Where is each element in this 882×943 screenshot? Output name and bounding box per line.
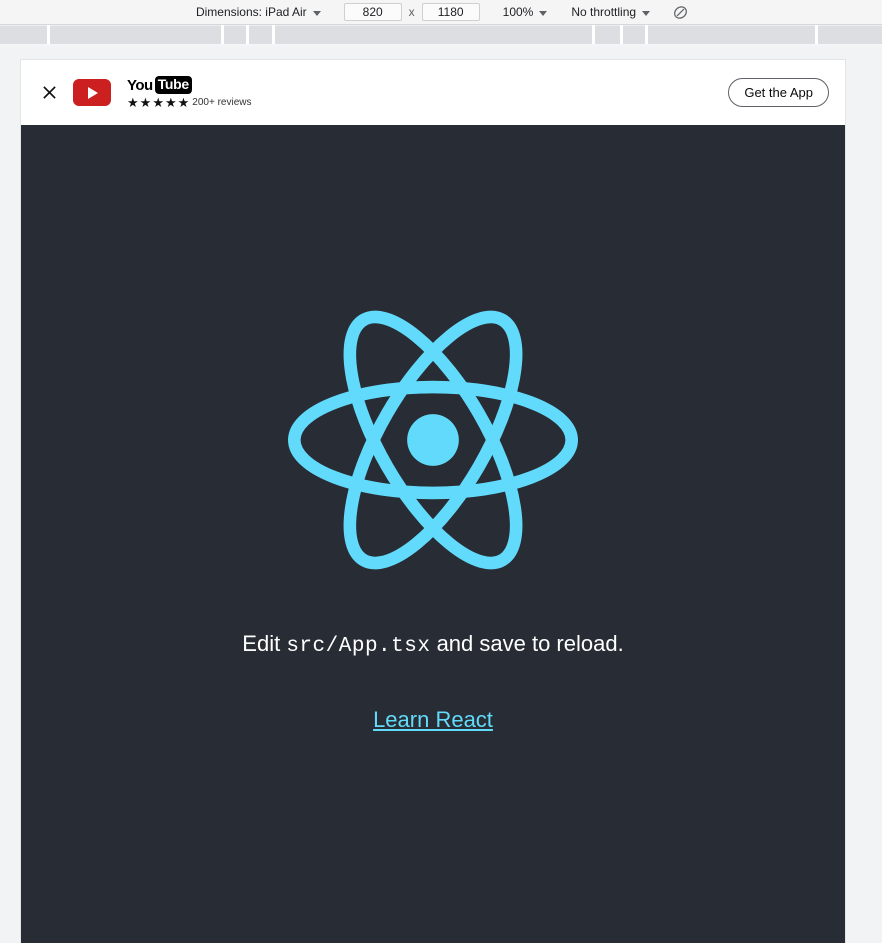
star-icon: ★ [164, 94, 178, 110]
get-the-app-button[interactable]: Get the App [728, 78, 829, 107]
react-app-content: Edit src/App.tsx and save to reload. Lea… [21, 125, 845, 943]
chevron-down-icon [642, 10, 651, 16]
viewport-height-input[interactable] [421, 3, 480, 21]
zoom-label: 100% [502, 5, 534, 19]
banner-rating-row: ★ ★ ★ ★ ★ 200+ reviews [127, 96, 251, 109]
youtube-wordmark-tube: Tube [154, 76, 192, 94]
chrome-strip-divider [592, 25, 595, 46]
device-viewport: You Tube ★ ★ ★ ★ ★ 200+ reviews Get the … [21, 60, 845, 943]
learn-react-link[interactable]: Learn React [373, 707, 493, 733]
strip-bottom-highlight [0, 44, 882, 46]
reviews-count-label: 200+ reviews [192, 96, 252, 108]
zoom-dropdown[interactable]: 100% [498, 3, 553, 21]
edit-prefix: Edit [242, 630, 287, 656]
chevron-down-icon [312, 10, 321, 16]
device-dimensions-label: Dimensions: iPad Air [195, 5, 307, 19]
banner-text-block: You Tube ★ ★ ★ ★ ★ 200+ reviews [127, 76, 251, 109]
devtools-device-emulation-screen: Dimensions: iPad Air x 100% No throttlin… [0, 0, 882, 943]
banner-close-button[interactable] [33, 77, 65, 109]
react-atom-logo [288, 310, 578, 570]
youtube-wordmark-you: You [127, 76, 153, 94]
media-query-toggle-button[interactable] [669, 2, 691, 22]
device-dimensions-dropdown[interactable]: Dimensions: iPad Air [191, 3, 326, 21]
star-icon: ★ [152, 94, 165, 110]
chrome-strip-divider [645, 25, 648, 46]
youtube-wordmark: You Tube [127, 76, 251, 94]
chrome-strip-divider [815, 25, 818, 46]
browser-chrome-strip [0, 25, 882, 46]
chrome-strip-divider [272, 25, 275, 46]
youtube-app-icon [73, 79, 111, 106]
star-icon-half: ★ [177, 94, 191, 110]
star-icon: ★ [139, 94, 153, 110]
viewport-size-group: x [343, 3, 480, 21]
smart-app-banner: You Tube ★ ★ ★ ★ ★ 200+ reviews Get the … [21, 60, 845, 125]
device-toolbar: Dimensions: iPad Air x 100% No throttlin… [0, 0, 882, 25]
throttling-label: No throttling [571, 5, 637, 19]
chrome-strip-divider [221, 25, 224, 46]
edit-instruction-text: Edit src/App.tsx and save to reload. [242, 631, 623, 659]
dimension-separator: x [408, 5, 415, 19]
star-icon: ★ [127, 94, 140, 110]
network-throttling-dropdown[interactable]: No throttling [566, 3, 655, 21]
edit-suffix: and save to reload. [430, 630, 624, 656]
close-icon [42, 86, 56, 99]
youtube-play-icon [88, 86, 98, 99]
chrome-strip-divider [47, 25, 50, 46]
no-media-query-icon [673, 5, 687, 19]
star-rating: ★ ★ ★ ★ ★ [127, 96, 190, 109]
strip-top-highlight [0, 25, 882, 26]
chrome-strip-divider [246, 25, 249, 46]
source-file-path: src/App.tsx [286, 634, 431, 658]
viewport-width-input[interactable] [343, 3, 402, 21]
chrome-strip-divider [620, 25, 623, 46]
chevron-down-icon [539, 10, 548, 16]
